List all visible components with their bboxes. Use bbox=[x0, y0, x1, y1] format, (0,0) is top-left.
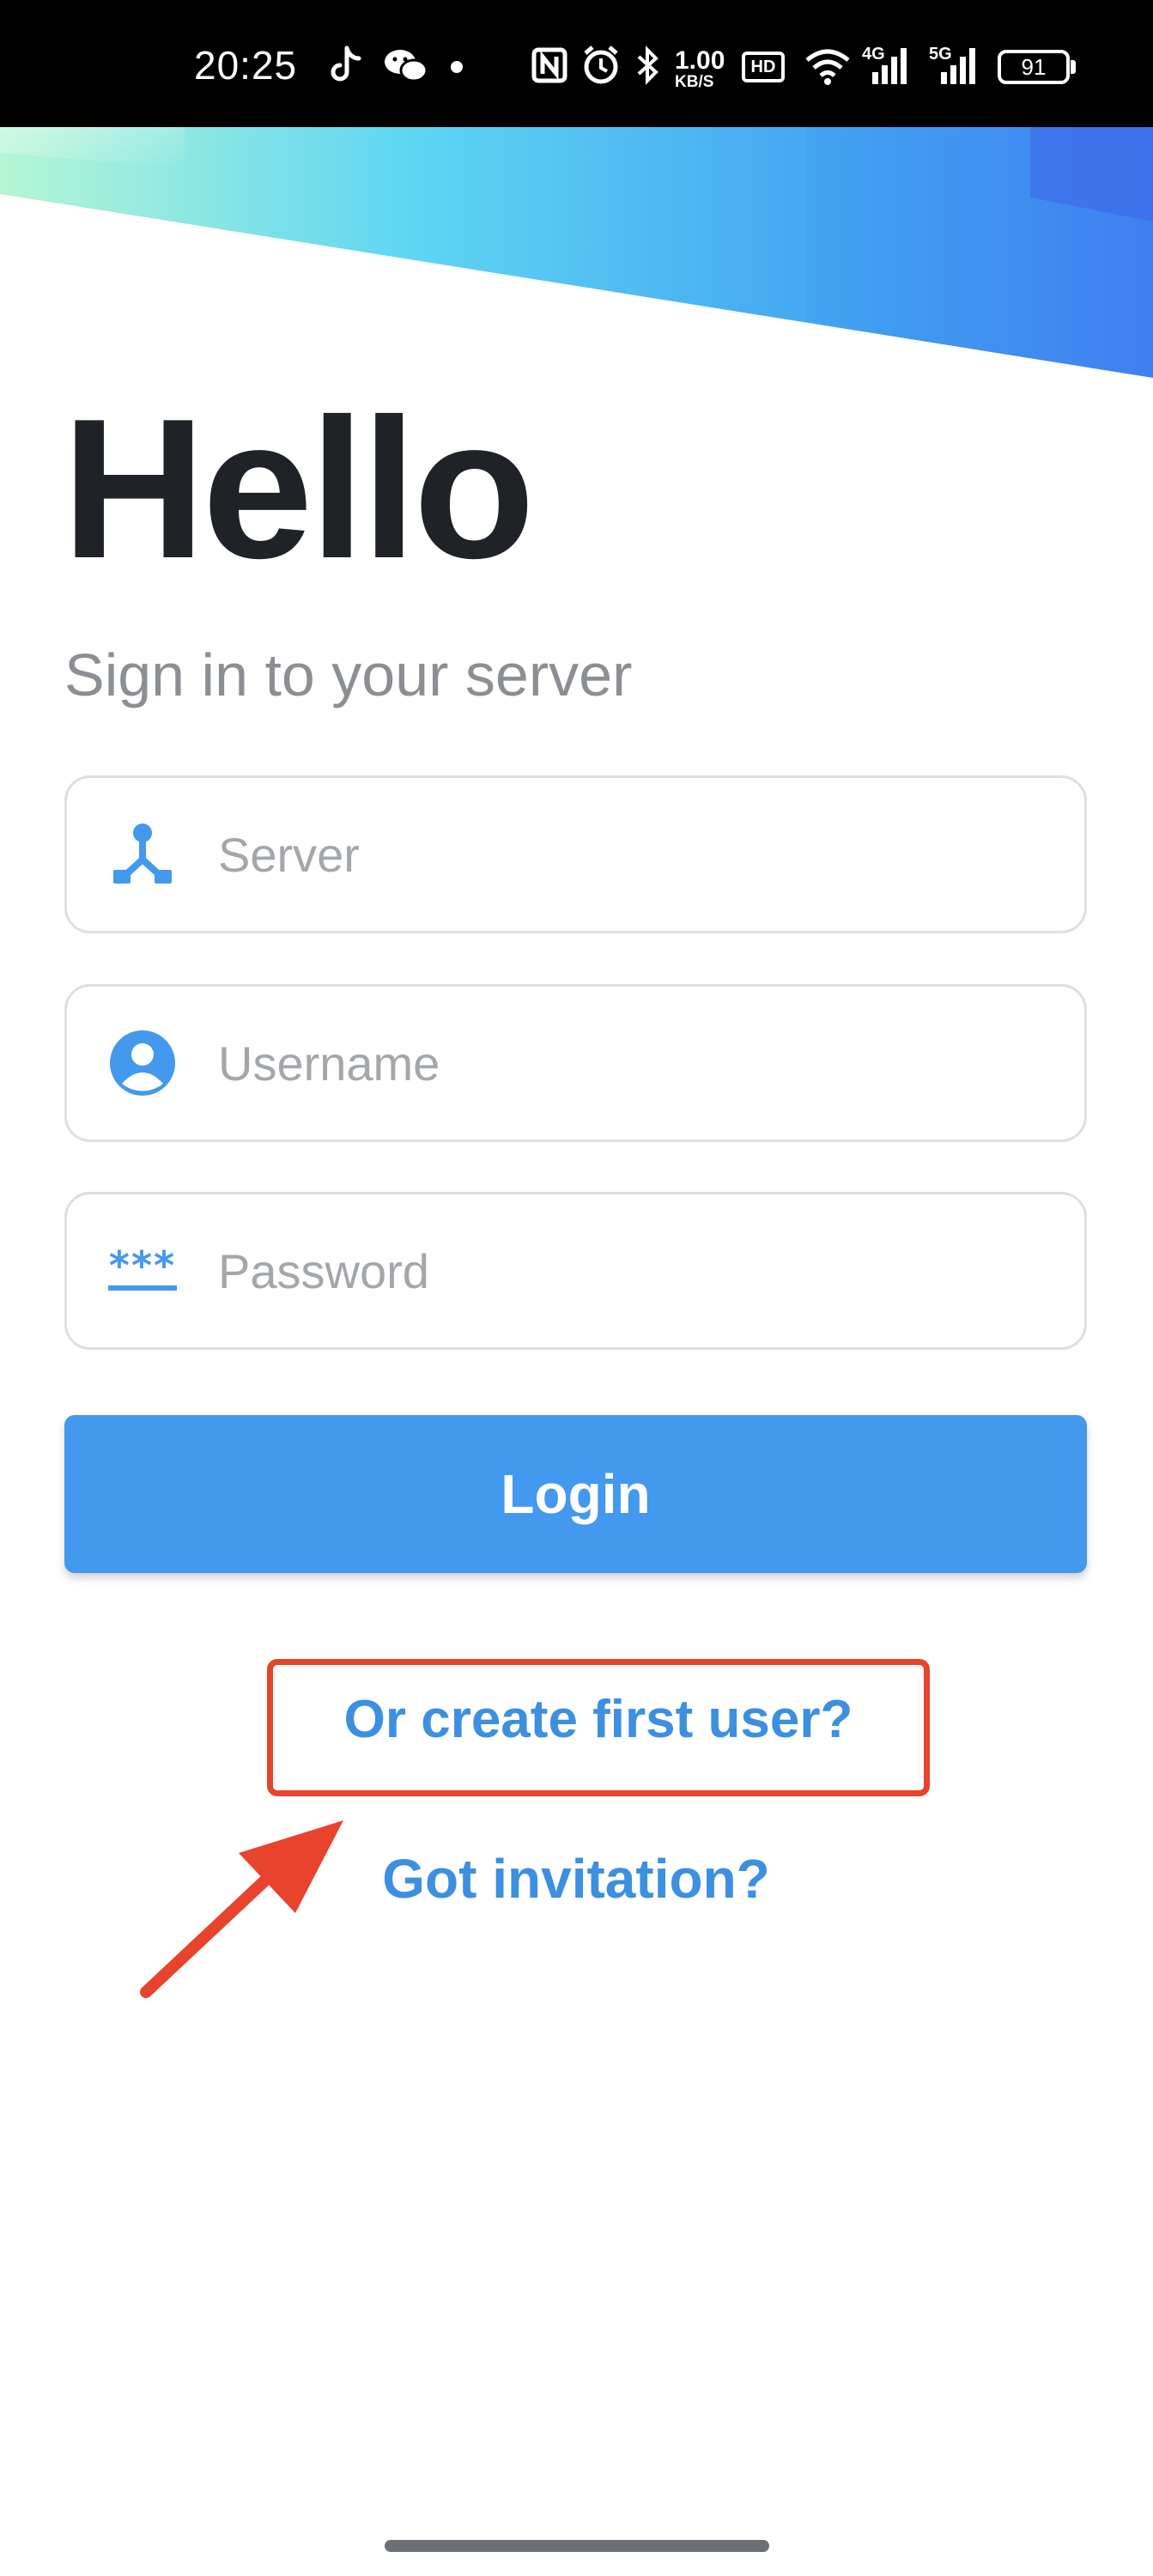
battery-level: 91 bbox=[1021, 54, 1047, 80]
page-title: Hello bbox=[62, 378, 535, 600]
signal-4g-icon bbox=[872, 48, 907, 84]
password-field[interactable]: *** bbox=[64, 1192, 1087, 1350]
status-bar: 20:25 1.00 KB/S HD 4G 5G 91 bbox=[0, 0, 1153, 127]
status-time: 20:25 bbox=[194, 43, 298, 88]
username-field[interactable] bbox=[64, 984, 1087, 1142]
login-button[interactable]: Login bbox=[64, 1415, 1087, 1573]
home-indicator[interactable] bbox=[385, 2540, 769, 2552]
wifi-icon bbox=[805, 49, 850, 85]
password-icon: *** bbox=[106, 1235, 179, 1307]
battery-icon: 91 bbox=[998, 50, 1070, 84]
alarm-icon bbox=[584, 46, 618, 84]
net-speed-value: 1.00 bbox=[675, 46, 725, 75]
net-speed-unit: KB/S bbox=[675, 73, 714, 91]
user-icon bbox=[110, 1030, 175, 1096]
server-field[interactable] bbox=[64, 775, 1087, 933]
username-input[interactable] bbox=[218, 987, 1059, 1139]
hd-label: HD bbox=[750, 58, 776, 76]
hd-icon: HD bbox=[742, 52, 785, 82]
server-icon bbox=[113, 823, 172, 884]
bluetooth-icon bbox=[637, 46, 658, 85]
password-input[interactable] bbox=[218, 1194, 1059, 1347]
signal-5g-icon bbox=[941, 48, 975, 84]
server-input[interactable] bbox=[218, 778, 1059, 931]
nfc-icon bbox=[531, 47, 567, 83]
tiktok-icon bbox=[331, 46, 361, 82]
annotation-highlight-box bbox=[267, 1659, 930, 1796]
wechat-icon bbox=[385, 50, 428, 82]
got-invitation-link[interactable]: Got invitation? bbox=[267, 1844, 885, 1913]
password-icon-underline bbox=[108, 1285, 177, 1291]
header-decoration bbox=[0, 127, 1153, 378]
dot-icon bbox=[451, 61, 463, 73]
password-icon-text: *** bbox=[108, 1242, 177, 1289]
page-subtitle: Sign in to your server bbox=[64, 641, 633, 708]
battery-tip bbox=[1071, 60, 1076, 74]
